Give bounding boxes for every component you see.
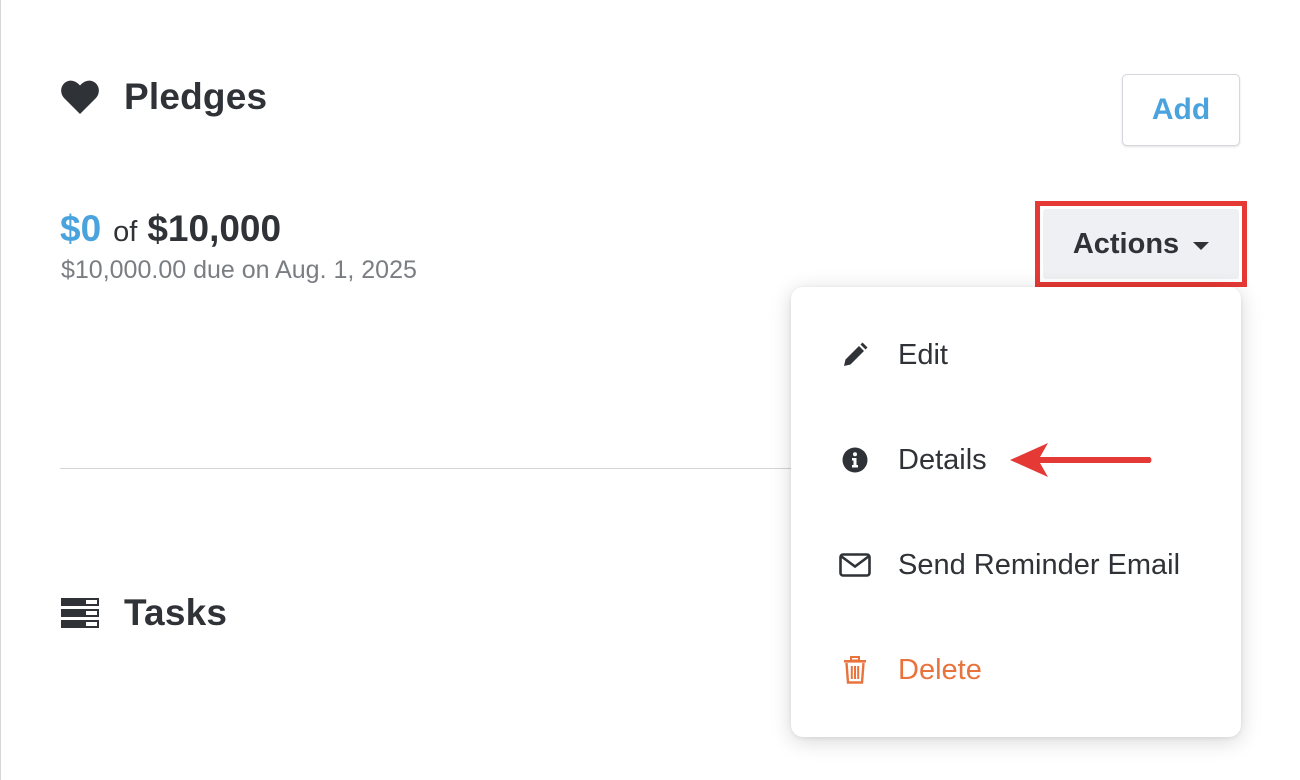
pledge-due-date: $10,000.00 due on Aug. 1, 2025 [61, 256, 417, 284]
tasks-list-icon [60, 598, 100, 628]
pledges-title: Pledges [124, 76, 268, 117]
menu-item-label: Details [898, 443, 987, 476]
pledge-amount-total: $10,000 [147, 208, 282, 249]
caret-down-icon [1193, 241, 1210, 250]
tasks-section-header: Tasks [60, 590, 227, 636]
info-circle-icon [837, 442, 873, 478]
pledge-amount: $0 of $10,000 [60, 208, 281, 254]
envelope-icon [837, 547, 873, 583]
menu-item-label: Send Reminder Email [898, 548, 1181, 581]
menu-item-label: Edit [898, 338, 948, 371]
heart-icon [60, 79, 100, 115]
add-pledge-button[interactable]: Add [1122, 74, 1240, 146]
pledge-amount-paid: $0 [60, 208, 102, 249]
actions-dropdown-button[interactable]: Actions [1043, 209, 1239, 279]
menu-item-send-reminder-email[interactable]: Send Reminder Email [791, 525, 1241, 605]
actions-button-label: Actions [1072, 227, 1180, 260]
trash-icon [837, 652, 873, 688]
pledges-section-header: Pledges [60, 74, 267, 120]
pledge-amount-of: of [113, 216, 138, 248]
red-arrow-annotation [1010, 443, 1152, 477]
actions-dropdown-menu: Edit Details Send Reminder Email Delete [791, 287, 1241, 737]
menu-item-delete[interactable]: Delete [791, 630, 1241, 710]
pencil-icon [837, 337, 873, 373]
tasks-title: Tasks [124, 592, 228, 633]
page-left-border [0, 0, 1, 780]
menu-item-label: Delete [898, 653, 982, 686]
menu-item-edit[interactable]: Edit [791, 315, 1241, 395]
